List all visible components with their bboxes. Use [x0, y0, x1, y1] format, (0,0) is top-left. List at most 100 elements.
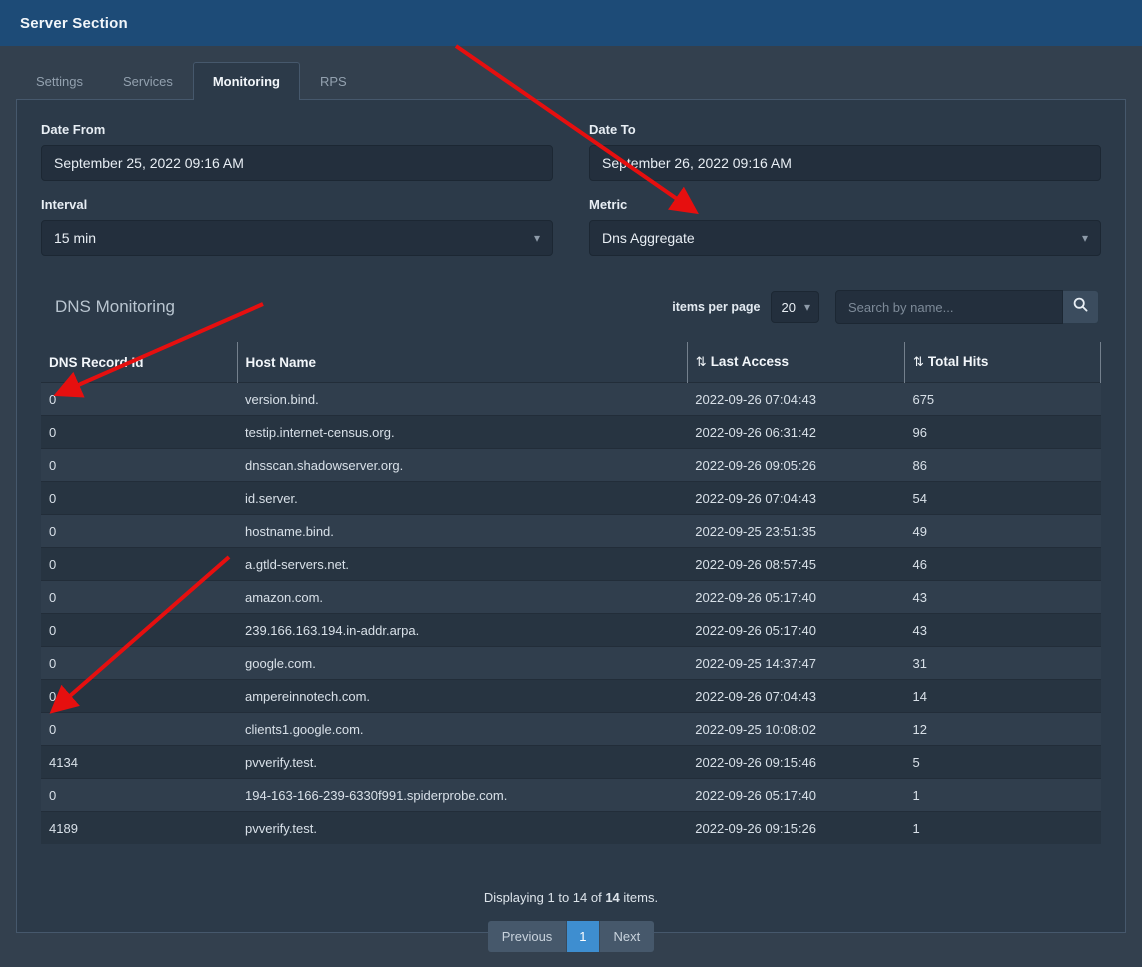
cell-host-name: 194-163-166-239-6330f991.spiderprobe.com…	[237, 779, 687, 812]
section-title: DNS Monitoring	[55, 297, 175, 317]
cell-dns-record-id: 0	[41, 482, 237, 515]
cell-total-hits: 43	[904, 581, 1100, 614]
column-header-dns-record-id: DNS Record Id	[41, 342, 237, 383]
cell-host-name: clients1.google.com.	[237, 713, 687, 746]
cell-host-name: pvverify.test.	[237, 746, 687, 779]
cell-dns-record-id: 0	[41, 515, 237, 548]
cell-dns-record-id: 0	[41, 713, 237, 746]
cell-total-hits: 86	[904, 449, 1100, 482]
app-header: Server Section	[0, 0, 1142, 46]
date-to-group: Date To	[589, 122, 1101, 181]
metric-value: Dns Aggregate	[602, 230, 695, 246]
cell-host-name: hostname.bind.	[237, 515, 687, 548]
tab-monitoring[interactable]: Monitoring	[193, 62, 300, 100]
cell-last-access: 2022-09-26 09:05:26	[687, 449, 904, 482]
cell-host-name: dnsscan.shadowserver.org.	[237, 449, 687, 482]
interval-label: Interval	[41, 197, 553, 212]
table-body: 0version.bind.2022-09-26 07:04:436750tes…	[41, 383, 1101, 845]
chevron-down-icon: ▾	[1082, 231, 1088, 245]
interval-select[interactable]: 15 min ▾	[41, 220, 553, 256]
sort-icon: ⇅	[696, 354, 707, 369]
table-row: 0ampereinnotech.com.2022-09-26 07:04:431…	[41, 680, 1101, 713]
items-per-page-value: 20	[782, 300, 796, 315]
tab-settings[interactable]: Settings	[16, 62, 103, 100]
table-row: 0194-163-166-239-6330f991.spiderprobe.co…	[41, 779, 1101, 812]
pagination: Previous 1 Next	[41, 921, 1101, 952]
metric-select[interactable]: Dns Aggregate ▾	[589, 220, 1101, 256]
column-header-host-name: Host Name	[237, 342, 687, 383]
table-row: 0id.server.2022-09-26 07:04:4354	[41, 482, 1101, 515]
date-from-input[interactable]	[41, 145, 553, 181]
cell-dns-record-id: 0	[41, 416, 237, 449]
cell-total-hits: 54	[904, 482, 1100, 515]
table-header-row: DNS Record Id Host Name ⇅Last Access ⇅To…	[41, 342, 1101, 383]
next-page-button[interactable]: Next	[600, 921, 655, 952]
table-row: 0clients1.google.com.2022-09-25 10:08:02…	[41, 713, 1101, 746]
cell-dns-record-id: 0	[41, 581, 237, 614]
metric-label: Metric	[589, 197, 1101, 212]
table-row: 4134pvverify.test.2022-09-26 09:15:465	[41, 746, 1101, 779]
cell-host-name: id.server.	[237, 482, 687, 515]
date-to-label: Date To	[589, 122, 1101, 137]
monitoring-panel: Date From Date To Interval 15 min ▾ Metr…	[16, 99, 1126, 933]
cell-last-access: 2022-09-26 05:17:40	[687, 779, 904, 812]
cell-last-access: 2022-09-26 06:31:42	[687, 416, 904, 449]
cell-total-hits: 5	[904, 746, 1100, 779]
tab-services[interactable]: Services	[103, 62, 193, 100]
cell-last-access: 2022-09-26 08:57:45	[687, 548, 904, 581]
dns-monitoring-table: DNS Record Id Host Name ⇅Last Access ⇅To…	[41, 342, 1101, 844]
section-header: DNS Monitoring items per page 20 ▾	[41, 290, 1101, 324]
items-per-page-select[interactable]: 20 ▾	[771, 291, 820, 323]
cell-total-hits: 675	[904, 383, 1100, 416]
search-icon	[1073, 297, 1088, 317]
table-row: 0amazon.com.2022-09-26 05:17:4043	[41, 581, 1101, 614]
cell-last-access: 2022-09-25 23:51:35	[687, 515, 904, 548]
cell-total-hits: 31	[904, 647, 1100, 680]
cell-host-name: a.gtld-servers.net.	[237, 548, 687, 581]
cell-host-name: testip.internet-census.org.	[237, 416, 687, 449]
cell-host-name: ampereinnotech.com.	[237, 680, 687, 713]
cell-dns-record-id: 0	[41, 779, 237, 812]
tab-bar: Settings Services Monitoring RPS	[0, 62, 1142, 99]
cell-dns-record-id: 0	[41, 647, 237, 680]
cell-total-hits: 12	[904, 713, 1100, 746]
table-row: 0239.166.163.194.in-addr.arpa.2022-09-26…	[41, 614, 1101, 647]
interval-group: Interval 15 min ▾	[41, 197, 553, 256]
cell-dns-record-id: 0	[41, 449, 237, 482]
cell-dns-record-id: 0	[41, 614, 237, 647]
search-button[interactable]	[1063, 290, 1099, 324]
chevron-down-icon: ▾	[534, 231, 540, 245]
date-to-input[interactable]	[589, 145, 1101, 181]
cell-dns-record-id: 4134	[41, 746, 237, 779]
filters: Date From Date To Interval 15 min ▾ Metr…	[41, 122, 1101, 256]
table-row: 0testip.internet-census.org.2022-09-26 0…	[41, 416, 1101, 449]
date-from-label: Date From	[41, 122, 553, 137]
cell-last-access: 2022-09-25 14:37:47	[687, 647, 904, 680]
sort-icon: ⇅	[913, 354, 924, 369]
table-row: 4189pvverify.test.2022-09-26 09:15:261	[41, 812, 1101, 845]
section-controls: items per page 20 ▾	[672, 290, 1099, 324]
cell-last-access: 2022-09-26 07:04:43	[687, 383, 904, 416]
cell-dns-record-id: 4189	[41, 812, 237, 845]
cell-total-hits: 43	[904, 614, 1100, 647]
cell-total-hits: 1	[904, 779, 1100, 812]
search-group	[835, 290, 1099, 324]
cell-dns-record-id: 0	[41, 548, 237, 581]
cell-total-hits: 46	[904, 548, 1100, 581]
page-1-button[interactable]: 1	[567, 921, 599, 952]
column-header-last-access[interactable]: ⇅Last Access	[687, 342, 904, 383]
table-row: 0hostname.bind.2022-09-25 23:51:3549	[41, 515, 1101, 548]
cell-dns-record-id: 0	[41, 383, 237, 416]
search-input[interactable]	[835, 290, 1063, 324]
cell-host-name: 239.166.163.194.in-addr.arpa.	[237, 614, 687, 647]
cell-last-access: 2022-09-26 05:17:40	[687, 614, 904, 647]
tab-rps[interactable]: RPS	[300, 62, 367, 100]
page-title: Server Section	[20, 15, 128, 32]
cell-host-name: amazon.com.	[237, 581, 687, 614]
items-summary: Displaying 1 to 14 of 14 items.	[41, 890, 1101, 905]
column-header-total-hits[interactable]: ⇅Total Hits	[904, 342, 1100, 383]
cell-host-name: google.com.	[237, 647, 687, 680]
previous-page-button[interactable]: Previous	[488, 921, 568, 952]
date-from-group: Date From	[41, 122, 553, 181]
table-row: 0a.gtld-servers.net.2022-09-26 08:57:454…	[41, 548, 1101, 581]
